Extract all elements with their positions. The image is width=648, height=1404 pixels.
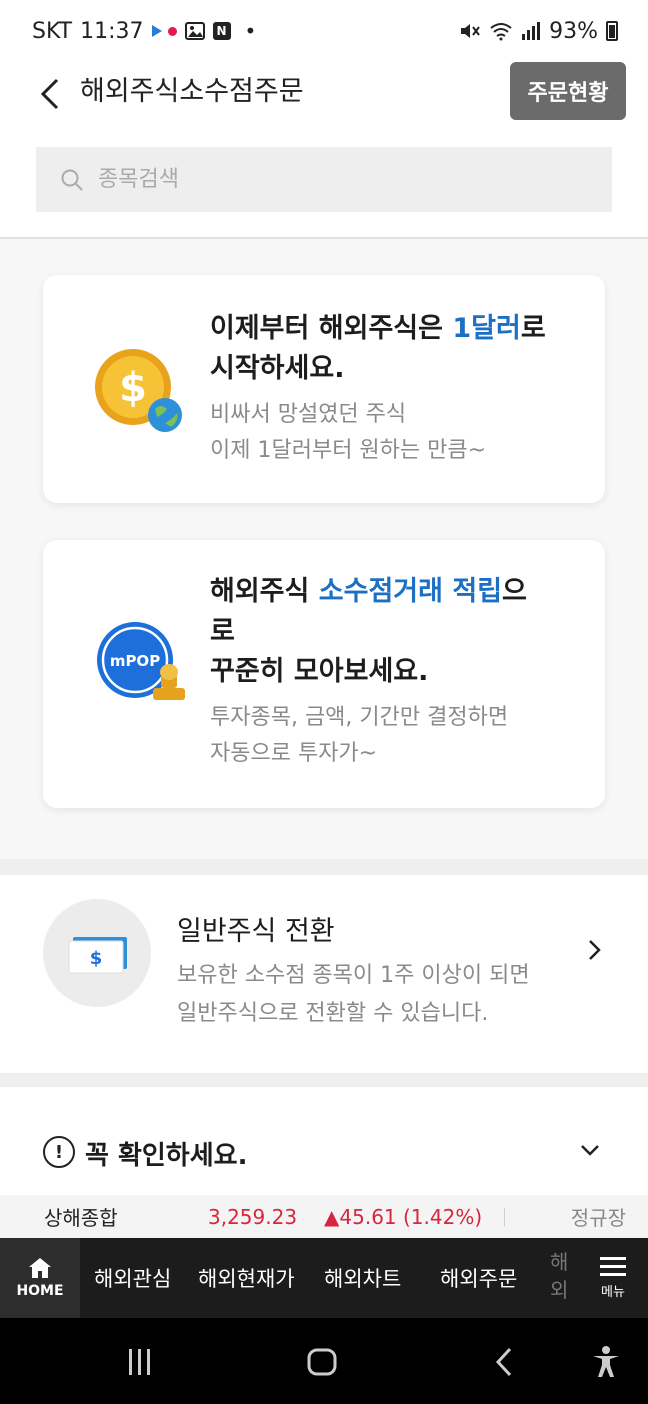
home-button[interactable] — [302, 1344, 342, 1380]
system-nav-bar — [0, 1318, 648, 1404]
accessibility-icon — [593, 1346, 619, 1377]
bottom-nav: HOME 해외관심 해외현재가 해외차트 해외주문 해외잔고 메뉴 — [0, 1238, 648, 1318]
accessibility-button[interactable] — [586, 1344, 626, 1380]
convert-to-regular-stock-row[interactable]: $ 일반주식 전환 보유한 소수점 종목이 1주 이상이 되면 일반주식으로 전… — [0, 875, 648, 1073]
nav-balance-clipped[interactable]: 해외잔고 — [550, 1248, 570, 1308]
stock-search-bar[interactable] — [36, 147, 612, 212]
notification-dot: • — [244, 19, 257, 43]
promo-headline: 이제부터 해외주식은 1달러로 시작하세요. — [210, 313, 546, 384]
nav-chart[interactable]: 해외차트 — [324, 1238, 401, 1318]
back-nav-button[interactable] — [484, 1344, 524, 1380]
promo-card-fractional-savings[interactable]: mPOP 해외주식 소수점거래 적립으 로 꾸준히 모아보세요. 투자종목, 금… — [43, 540, 605, 808]
nav-watchlist[interactable]: 해외관심 — [94, 1238, 171, 1318]
ticker-divider — [504, 1208, 505, 1226]
promo-card-one-dollar[interactable]: $ 이제부터 해외주식은 1달러로 시작하세요. 비싸서 망설였던 주식 이제 … — [43, 275, 605, 503]
signal-icon — [521, 22, 541, 40]
promo-subtext: 투자종목, 금액, 기간만 결정하면 자동으로 투자가~ — [210, 705, 509, 766]
promo-accent-text: 소수점거래 적립 — [318, 576, 503, 607]
flickr-icon — [151, 25, 177, 37]
mute-icon — [459, 21, 481, 41]
promo-headline: 해외주식 소수점거래 적립으 로 꾸준히 모아보세요. — [210, 576, 527, 687]
market-session: 정규장 — [570, 1206, 626, 1230]
bill-dollar-symbol: $ — [90, 948, 103, 969]
index-change: ▲45.61 (1.42%) — [324, 1204, 483, 1229]
nav-current-price[interactable]: 해외현재가 — [198, 1238, 295, 1318]
svg-text:$: $ — [119, 365, 147, 411]
chevron-left-icon — [40, 78, 59, 110]
hamburger-menu-icon — [600, 1256, 626, 1276]
section-separator — [0, 1073, 648, 1087]
nav-menu-label: 메뉴 — [601, 1284, 625, 1300]
search-input[interactable] — [98, 167, 538, 192]
convert-title: 일반주식 전환 — [177, 916, 335, 947]
info-icon: ! — [43, 1136, 75, 1168]
convert-description: 보유한 소수점 종목이 1주 이상이 되면 일반주식으로 전환할 수 있습니다. — [177, 963, 530, 1026]
mpop-logo-text: mPOP — [110, 652, 160, 670]
app-header: 해외주식소수점주문 주문현황 — [0, 62, 648, 132]
search-icon — [61, 169, 83, 191]
promo-accent-text: 1달러 — [452, 313, 521, 344]
clock: 11:37 — [80, 18, 144, 44]
recent-apps-button[interactable] — [120, 1344, 160, 1380]
promo-area: $ 이제부터 해외주식은 1달러로 시작하세요. 비싸서 망설였던 주식 이제 … — [0, 239, 648, 859]
page-title: 해외주식소수점주문 — [80, 76, 304, 107]
nav-menu[interactable]: 메뉴 — [578, 1238, 648, 1318]
naver-icon: N — [212, 22, 231, 40]
chevron-right-icon — [589, 940, 601, 960]
nav-home[interactable]: HOME — [0, 1238, 80, 1318]
status-bar: SKT 11:37 N • 93% — [0, 0, 648, 62]
notice-title: 꼭 확인하세요. — [85, 1141, 248, 1171]
dollar-bill-icon: $ — [43, 899, 151, 1007]
chevron-down-icon — [581, 1145, 599, 1156]
order-status-button[interactable]: 주문현황 — [510, 62, 626, 120]
battery-icon — [606, 21, 618, 41]
index-ticker[interactable]: 상해종합 3,259.23 ▲45.61 (1.42%) 정규장 — [0, 1195, 648, 1238]
home-icon — [29, 1258, 51, 1278]
promo-subtext: 비싸서 망설였던 주식 이제 1달러부터 원하는 만큼~ — [210, 402, 487, 463]
section-separator — [0, 859, 648, 875]
home-outline-icon — [307, 1348, 337, 1376]
gallery-icon — [184, 22, 205, 40]
battery-percent: 93% — [549, 18, 598, 44]
dollar-coin-globe-icon: $ — [93, 343, 193, 443]
recent-apps-icon — [129, 1349, 150, 1375]
back-button[interactable] — [30, 74, 70, 114]
must-check-notice-row[interactable]: ! 꼭 확인하세요. — [0, 1087, 648, 1195]
nav-home-label: HOME — [16, 1283, 64, 1299]
index-name: 상해종합 — [44, 1206, 118, 1230]
index-price: 3,259.23 — [208, 1204, 298, 1229]
nav-order[interactable]: 해외주문 — [440, 1238, 517, 1318]
carrier-label: SKT — [32, 18, 73, 44]
mpop-stamp-icon: mPOP — [93, 614, 193, 714]
wifi-icon — [489, 21, 513, 41]
back-arrow-icon — [495, 1347, 512, 1377]
